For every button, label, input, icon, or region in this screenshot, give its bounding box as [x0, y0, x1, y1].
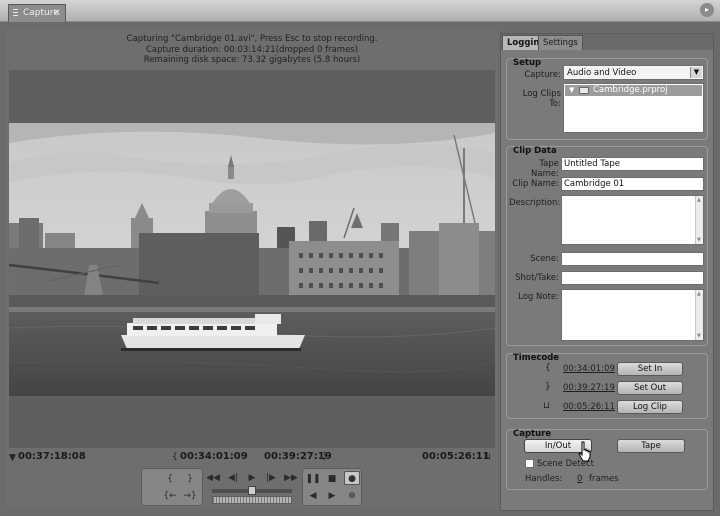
capture-mode-value: Audio and Video	[567, 68, 637, 78]
chevron-down-icon[interactable]: ▼	[690, 67, 702, 78]
capture-status: Capturing "Cambridge 01.avi", Press Esc …	[6, 34, 498, 66]
project-name: Cambridge.prproj	[593, 85, 668, 95]
video-preview	[9, 70, 495, 448]
shot-take-label: Shot/Take:	[515, 273, 559, 283]
rewind-button[interactable]: ◀◀	[205, 471, 221, 485]
grip-icon[interactable]	[13, 9, 18, 18]
goto-in-button[interactable]: {←	[162, 489, 178, 503]
in-point-icon: {	[172, 452, 178, 462]
goto-out-button[interactable]: →}	[182, 489, 198, 503]
mark-controls: { } {← →}	[141, 468, 203, 506]
duration-icon: ⊔	[484, 452, 492, 462]
log-note-label: Log Note:	[518, 292, 559, 302]
stop-button[interactable]: ■	[324, 472, 340, 486]
capture-monitor: Capturing "Cambridge 01.avi", Press Esc …	[6, 30, 498, 508]
tape-name-label: Tape Name:	[531, 159, 559, 179]
scene-label: Scene:	[530, 254, 559, 264]
panel-title-bar: Capture × ▸	[0, 0, 720, 22]
step-back-button[interactable]: ◀|	[225, 471, 241, 485]
out-point-icon: }	[545, 382, 551, 392]
panel-tabs: Logging Settings	[501, 34, 713, 50]
duration-timecode[interactable]: 00:05:26:11	[422, 451, 490, 462]
record-button[interactable]: ●	[344, 471, 360, 485]
description-scrollbar[interactable]	[695, 196, 703, 244]
timecode-in-value[interactable]: 00:34:01:09	[563, 364, 615, 374]
status-line-2: Capture duration: 00:03:14:21(dropped 0 …	[145, 44, 359, 55]
fast-forward-button[interactable]: ▶▶	[283, 471, 299, 485]
capture-label: Capture:	[524, 70, 561, 80]
log-clip-button[interactable]: Log Clip	[617, 400, 683, 414]
description-label: Description:	[509, 198, 561, 208]
clip-name-field[interactable]: Cambridge 01	[561, 177, 704, 191]
mark-out-button[interactable]: }	[182, 472, 198, 486]
capture-section: Capture In/Out Tape Scene Detect Handles…	[506, 429, 708, 490]
blank-button-2	[144, 489, 160, 503]
scene-detect-icon[interactable]: ⊛	[344, 489, 360, 503]
log-clips-label: Log Clips To:	[522, 89, 561, 109]
mouse-cursor-icon	[578, 441, 591, 462]
pause-button[interactable]: ❚❚	[305, 472, 321, 486]
shot-take-field[interactable]	[561, 271, 704, 285]
handles-unit: frames	[589, 474, 619, 484]
clip-data-title: Clip Data	[513, 146, 557, 156]
video-frame	[9, 123, 495, 396]
next-scene-button[interactable]: ▶	[324, 489, 340, 503]
folder-icon	[579, 87, 589, 94]
shuttle-knob[interactable]	[248, 486, 256, 495]
log-clips-tree[interactable]: ▼ Cambridge.prproj	[563, 83, 704, 133]
timecode-section: Timecode { 00:34:01:09 Set In } 00:39:27…	[506, 353, 708, 419]
current-time-icon: ▼	[9, 453, 16, 463]
capture-tab[interactable]: Capture ×	[8, 4, 66, 22]
play-button[interactable]: ▶	[244, 471, 260, 485]
clip-data-section: Clip Data Tape Name: Untitled Tape Clip …	[506, 146, 708, 346]
capture-title: Capture	[513, 429, 552, 439]
tree-toggle-icon[interactable]: ▼	[569, 85, 574, 96]
in-point-icon: {	[545, 363, 551, 373]
timecode-title: Timecode	[513, 353, 560, 363]
tape-button[interactable]: Tape	[617, 439, 685, 453]
in-point-timecode[interactable]: 00:34:01:09	[180, 451, 248, 462]
set-in-button[interactable]: Set In	[617, 362, 683, 376]
panel-menu-icon[interactable]: ▸	[700, 3, 714, 17]
timecode-out-value[interactable]: 00:39:27:19	[563, 383, 615, 393]
logging-panel: Logging Settings Setup Capture: Audio an…	[500, 33, 714, 511]
description-field[interactable]	[561, 195, 704, 245]
scene-field[interactable]	[561, 252, 704, 266]
jog-control[interactable]	[212, 496, 292, 504]
record-controls: ❚❚ ■ ● ◀ ▶ ⊛	[302, 468, 362, 506]
shuttle-slider[interactable]	[212, 486, 292, 495]
scene-detect-checkbox[interactable]	[525, 459, 534, 468]
timecode-duration-value[interactable]: 00:05:26:11	[563, 402, 615, 412]
tab-settings[interactable]: Settings	[538, 35, 583, 50]
previous-scene-button[interactable]: ◀	[305, 489, 321, 503]
step-forward-button[interactable]: |▶	[263, 471, 279, 485]
duration-icon: ⊔	[543, 401, 551, 411]
clip-name-label: Clip Name:	[512, 179, 559, 189]
status-line-1: Capturing "Cambridge 01.avi", Press Esc …	[126, 34, 378, 44]
out-point-timecode[interactable]: 00:39:27:19	[264, 451, 332, 462]
status-line-3: Remaining disk space: 73.32 gigabytes (5…	[143, 55, 361, 65]
log-note-scrollbar[interactable]	[695, 290, 703, 340]
close-icon[interactable]: ×	[53, 7, 61, 18]
video-frame-image	[9, 123, 495, 396]
log-note-field[interactable]	[561, 289, 704, 341]
mark-in-button[interactable]: {	[162, 472, 178, 486]
blank-button	[144, 472, 160, 486]
capture-mode-select[interactable]: Audio and Video ▼	[563, 65, 704, 80]
setup-title: Setup	[513, 58, 542, 68]
setup-section: Setup Capture: Audio and Video ▼ Log Cli…	[506, 58, 708, 140]
set-out-button[interactable]: Set Out	[617, 381, 683, 395]
tree-item-project[interactable]: ▼ Cambridge.prproj	[565, 85, 702, 96]
tape-name-field[interactable]: Untitled Tape	[561, 157, 704, 171]
handles-label: Handles:	[525, 474, 563, 484]
handles-value[interactable]: 0	[577, 474, 582, 484]
current-timecode[interactable]: 00:37:18:08	[18, 451, 86, 462]
